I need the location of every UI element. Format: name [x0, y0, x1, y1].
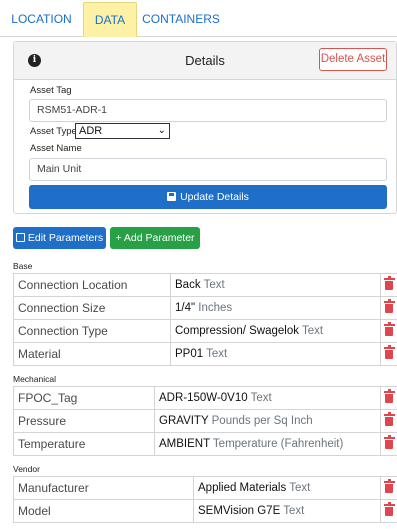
param-name: Pressure: [13, 409, 155, 433]
param-value-cell[interactable]: ADR-150W-0V10 Text: [154, 386, 381, 410]
param-value: GRAVITY: [159, 415, 209, 427]
delete-row-button[interactable]: [380, 296, 397, 320]
param-unit: Temperature (Fahrenheit): [212, 438, 344, 450]
param-name: Material: [13, 342, 171, 366]
trash-icon: [383, 275, 395, 290]
table-row: Material PP01 Text: [13, 342, 397, 366]
trash-icon: [383, 298, 395, 313]
param-unit: Inches: [198, 302, 233, 314]
chevron-down-icon: ⌄: [157, 125, 166, 136]
delete-row-button[interactable]: [380, 432, 397, 456]
param-unit: Text: [302, 325, 324, 337]
delete-row-button[interactable]: [380, 476, 397, 500]
add-parameter-button[interactable]: + Add Parameter: [110, 227, 200, 249]
section-label-vendor: Vendor: [13, 464, 40, 474]
mechanical-parameters-table: FPOC_Tag ADR-150W-0V10 Text Pressure GRA…: [13, 386, 397, 456]
update-details-button[interactable]: Update Details: [29, 185, 387, 209]
param-value-cell[interactable]: 1/4" Inches: [170, 296, 381, 320]
trash-icon: [383, 344, 395, 359]
update-details-label: Update Details: [180, 191, 249, 203]
param-name: Connection Type: [13, 319, 171, 343]
details-header: i Details Delete Asset: [14, 42, 396, 80]
param-name: Connection Size: [13, 296, 171, 320]
param-value: PP01: [175, 348, 204, 360]
asset-tag-label: Asset Tag: [30, 85, 72, 96]
edit-icon: [15, 233, 25, 242]
param-value-cell[interactable]: AMBIENT Temperature (Fahrenheit): [154, 432, 381, 456]
trash-icon: [383, 501, 395, 516]
param-value-cell[interactable]: Back Text: [170, 273, 381, 297]
base-parameters-table: Connection Location Back Text Connection…: [13, 273, 397, 366]
param-value: ADR-150W-0V10: [159, 392, 248, 404]
table-row: FPOC_Tag ADR-150W-0V10 Text: [13, 386, 397, 410]
asset-type-value: ADR: [79, 125, 103, 137]
param-unit: Text: [203, 279, 225, 291]
vendor-parameters-table: Manufacturer Applied Materials Text Mode…: [13, 476, 397, 523]
delete-row-button[interactable]: [380, 342, 397, 366]
asset-type-select[interactable]: ADR ⌄: [75, 123, 170, 139]
param-value-cell[interactable]: GRAVITY Pounds per Sq Inch: [154, 409, 381, 433]
delete-asset-button[interactable]: Delete Asset: [319, 48, 387, 71]
asset-name-input[interactable]: Main Unit: [29, 158, 387, 181]
param-value-cell[interactable]: PP01 Text: [170, 342, 381, 366]
trash-icon: [383, 388, 395, 403]
table-row: Connection Type Compression/ Swagelok Te…: [13, 319, 397, 343]
asset-tag-input[interactable]: RSM51-ADR-1: [29, 99, 387, 122]
param-value: Back: [175, 279, 201, 291]
delete-row-button[interactable]: [380, 386, 397, 410]
param-unit: Pounds per Sq Inch: [211, 415, 313, 427]
table-row: Model SEMVision G7E Text: [13, 499, 397, 523]
table-row: Temperature AMBIENT Temperature (Fahrenh…: [13, 432, 397, 456]
tab-location[interactable]: LOCATION: [0, 2, 83, 37]
param-value: Compression/ Swagelok: [175, 325, 300, 337]
asset-name-label: Asset Name: [30, 143, 82, 154]
param-unit: Text: [289, 482, 311, 494]
table-row: Pressure GRAVITY Pounds per Sq Inch: [13, 409, 397, 433]
trash-icon: [383, 478, 395, 493]
param-value: Applied Materials: [198, 482, 287, 494]
param-name: Model: [13, 499, 194, 523]
trash-icon: [383, 321, 395, 336]
delete-row-button[interactable]: [380, 319, 397, 343]
section-label-mechanical: Mechanical: [13, 374, 56, 384]
tab-data[interactable]: DATA: [83, 2, 137, 37]
asset-type-label: Asset Type: [30, 126, 77, 137]
param-name: Temperature: [13, 432, 155, 456]
floppy-disk-icon: [167, 192, 177, 201]
delete-row-button[interactable]: [380, 499, 397, 523]
param-unit: Text: [206, 348, 228, 360]
delete-row-button[interactable]: [380, 409, 397, 433]
table-row: Manufacturer Applied Materials Text: [13, 476, 397, 500]
param-value-cell[interactable]: Applied Materials Text: [193, 476, 381, 500]
table-row: Connection Location Back Text: [13, 273, 397, 297]
param-value-cell[interactable]: SEMVision G7E Text: [193, 499, 381, 523]
param-value: 1/4": [175, 302, 196, 314]
param-value-cell[interactable]: Compression/ Swagelok Text: [170, 319, 381, 343]
param-name: Manufacturer: [13, 476, 194, 500]
param-value: AMBIENT: [159, 438, 210, 450]
param-unit: Text: [250, 392, 272, 404]
table-row: Connection Size 1/4" Inches: [13, 296, 397, 320]
tab-bar: LOCATION DATA CONTAINERS: [0, 0, 397, 37]
param-name: FPOC_Tag: [13, 386, 155, 410]
add-parameter-label: + Add Parameter: [115, 232, 195, 244]
delete-row-button[interactable]: [380, 273, 397, 297]
trash-icon: [383, 434, 395, 449]
tab-containers[interactable]: CONTAINERS: [137, 2, 225, 37]
edit-parameters-label: Edit Parameters: [27, 232, 104, 244]
trash-icon: [383, 411, 395, 426]
param-name: Connection Location: [13, 273, 171, 297]
param-unit: Text: [283, 505, 305, 517]
edit-parameters-button[interactable]: Edit Parameters: [13, 227, 106, 249]
param-value: SEMVision G7E: [198, 505, 281, 517]
section-label-base: Base: [13, 261, 33, 271]
details-card: i Details Delete Asset Asset Tag RSM51-A…: [13, 41, 397, 214]
